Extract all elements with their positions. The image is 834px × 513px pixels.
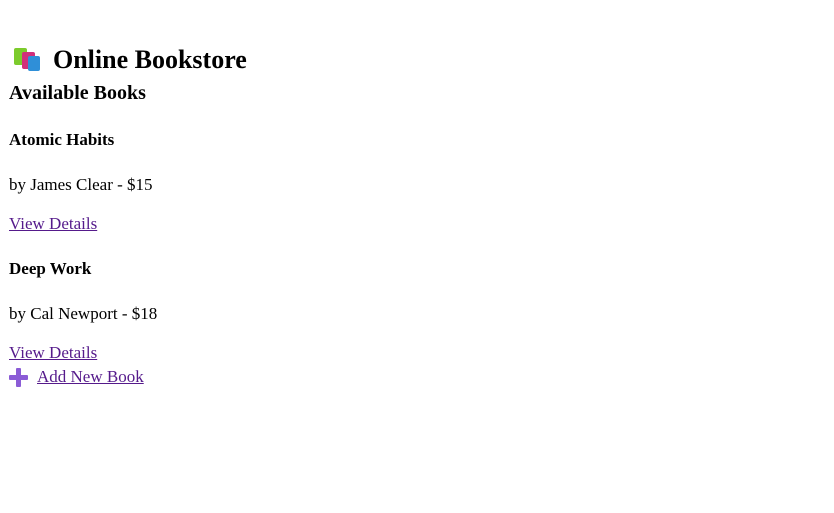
book-title: Atomic Habits	[9, 130, 115, 149]
book-title: Deep Work	[9, 259, 92, 278]
add-new-book-link[interactable]: Add New Book	[9, 366, 144, 388]
page-title: Online Bookstore	[11, 43, 247, 77]
plus-icon	[9, 367, 28, 387]
book-author-price: by Cal Newport - $18	[9, 304, 158, 323]
add-new-book-label: Add New Book	[37, 367, 144, 386]
books-icon	[11, 46, 43, 74]
book-author-price: by James Clear - $15	[9, 175, 153, 194]
view-details-link[interactable]: View Details	[9, 213, 97, 235]
view-details-link[interactable]: View Details	[9, 342, 97, 364]
page-title-text: Online Bookstore	[53, 45, 247, 75]
section-title: Available Books	[9, 82, 146, 104]
